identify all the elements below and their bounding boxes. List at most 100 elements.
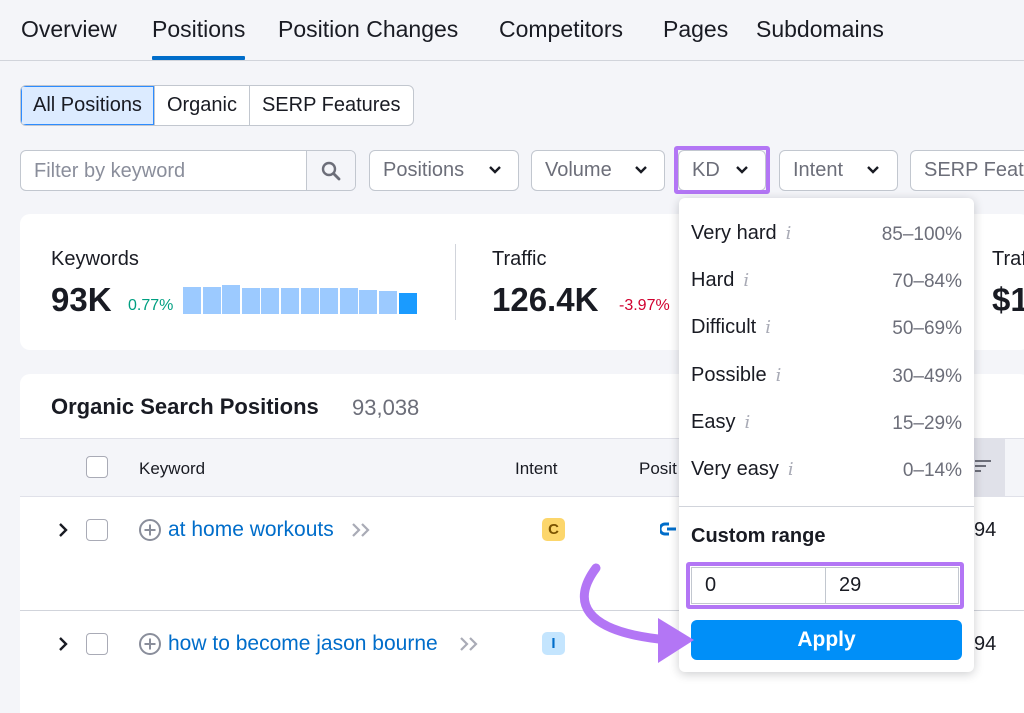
trend-bar	[320, 288, 339, 314]
trend-bar	[398, 293, 417, 314]
trend-bar	[300, 288, 319, 314]
info-icon[interactable]: i	[743, 270, 749, 291]
tab-competitors[interactable]: Competitors	[499, 16, 623, 43]
select-all-checkbox[interactable]	[86, 456, 108, 478]
top-nav: Overview Positions Position Changes Comp…	[0, 0, 1024, 61]
tab-overview[interactable]: Overview	[21, 16, 117, 43]
info-icon[interactable]: i	[744, 412, 750, 433]
positions-dropdown[interactable]: Positions	[369, 150, 519, 191]
keyword-link[interactable]: at home workouts	[168, 518, 334, 542]
trend-bar	[222, 285, 241, 314]
search-button[interactable]	[306, 151, 355, 190]
kd-option-label: Easy	[691, 411, 736, 433]
positions-dropdown-label: Positions	[383, 159, 465, 181]
double-chevron-right-icon[interactable]	[350, 522, 372, 538]
tab-pages[interactable]: Pages	[663, 16, 728, 43]
keywords-delta: 0.77%	[128, 297, 174, 314]
expand-row-icon[interactable]	[57, 522, 69, 538]
info-icon[interactable]: i	[788, 459, 794, 480]
row-checkbox[interactable]	[86, 633, 108, 655]
chevron-down-icon	[635, 166, 647, 174]
traffic-value: 126.4K	[492, 281, 599, 318]
info-icon[interactable]: i	[776, 365, 782, 386]
row-checkbox[interactable]	[86, 519, 108, 541]
serp-features-dropdown[interactable]: SERP Featu	[910, 150, 1024, 191]
row-cut-value: 94	[974, 519, 997, 541]
info-icon[interactable]: i	[786, 223, 792, 244]
kd-option-very-easy[interactable]: Very easy i	[691, 458, 794, 481]
kd-option-label: Hard	[691, 269, 735, 291]
keywords-label: Keywords	[51, 248, 139, 270]
kd-option-very-hard[interactable]: Very hard i	[691, 222, 791, 245]
position-column-header[interactable]: Posit	[639, 459, 677, 479]
trend-bar	[379, 291, 397, 314]
tab-position-changes[interactable]: Position Changes	[278, 16, 458, 43]
kd-dropdown-label: KD	[692, 159, 720, 181]
kd-option-easy[interactable]: Easy i	[691, 411, 750, 434]
trend-bar	[183, 287, 201, 314]
trend-bar	[339, 288, 358, 314]
intent-dropdown[interactable]: Intent	[779, 150, 898, 191]
keyword-link[interactable]: how to become jason bourne	[168, 632, 438, 656]
trend-bar	[281, 288, 299, 314]
kd-option-range: 30–49%	[892, 366, 962, 387]
table-title: Organic Search Positions	[51, 394, 319, 419]
summary-divider	[455, 244, 456, 320]
trend-bar	[261, 288, 280, 314]
segment-organic[interactable]: Organic	[155, 86, 250, 125]
double-chevron-right-icon[interactable]	[458, 636, 480, 652]
custom-range-highlight-frame	[686, 562, 964, 609]
apply-button[interactable]: Apply	[691, 620, 962, 660]
add-keyword-icon[interactable]	[138, 632, 162, 656]
keyword-filter-placeholder: Filter by keyword	[34, 160, 186, 182]
trend-bar	[202, 287, 221, 314]
kd-option-range: 50–69%	[892, 318, 962, 339]
kd-option-possible[interactable]: Possible i	[691, 364, 781, 387]
info-icon[interactable]: i	[765, 317, 771, 338]
segment-serp-features[interactable]: SERP Features	[250, 86, 413, 125]
chevron-down-icon	[867, 166, 879, 174]
segment-all-positions[interactable]: All Positions	[21, 86, 155, 125]
intent-badge: I	[542, 632, 565, 655]
kd-option-label: Very easy	[691, 458, 779, 480]
table-count: 93,038	[352, 395, 420, 420]
traffic-delta: -3.97%	[619, 297, 670, 314]
tab-positions[interactable]: Positions	[152, 16, 246, 60]
row-cut-value: 94	[974, 633, 997, 655]
positions-type-segment: All Positions Organic SERP Features	[20, 85, 414, 126]
traffic-cost-value: $1	[992, 281, 1024, 318]
traffic-cost-label: Traf	[992, 248, 1024, 270]
keywords-trend-bars	[183, 284, 423, 314]
kd-option-difficult[interactable]: Difficult i	[691, 316, 771, 339]
intent-column-header[interactable]: Intent	[515, 459, 558, 479]
intent-dropdown-label: Intent	[793, 159, 844, 181]
kd-option-label: Possible	[691, 364, 767, 386]
kd-option-range: 70–84%	[892, 271, 962, 292]
menu-divider	[679, 506, 974, 507]
serp-features-dropdown-label: SERP Featu	[924, 159, 1024, 181]
expand-row-icon[interactable]	[57, 636, 69, 652]
custom-range-title: Custom range	[691, 525, 826, 547]
kd-option-hard[interactable]: Hard i	[691, 269, 749, 292]
keyword-column-header[interactable]: Keyword	[139, 459, 205, 479]
kd-option-label: Very hard	[691, 222, 777, 244]
chevron-down-icon	[736, 166, 748, 174]
kd-option-range: 15–29%	[892, 413, 962, 434]
search-icon	[321, 161, 341, 180]
kd-option-range: 0–14%	[902, 460, 962, 481]
sort-column-header[interactable]	[974, 438, 1005, 497]
keyword-filter-input[interactable]: Filter by keyword	[20, 150, 356, 191]
sort-icon	[975, 460, 991, 472]
trend-bar	[359, 290, 378, 314]
tab-subdomains[interactable]: Subdomains	[756, 16, 884, 43]
volume-dropdown[interactable]: Volume	[531, 150, 665, 191]
keywords-value: 93K	[51, 281, 112, 318]
chevron-down-icon	[489, 166, 501, 174]
add-keyword-icon[interactable]	[138, 518, 162, 542]
kd-dropdown[interactable]: KD	[678, 150, 766, 191]
traffic-label: Traffic	[492, 248, 547, 270]
volume-dropdown-label: Volume	[545, 159, 612, 181]
serp-link-icon	[660, 522, 676, 536]
trend-bar	[241, 288, 260, 314]
intent-badge: C	[542, 518, 565, 541]
